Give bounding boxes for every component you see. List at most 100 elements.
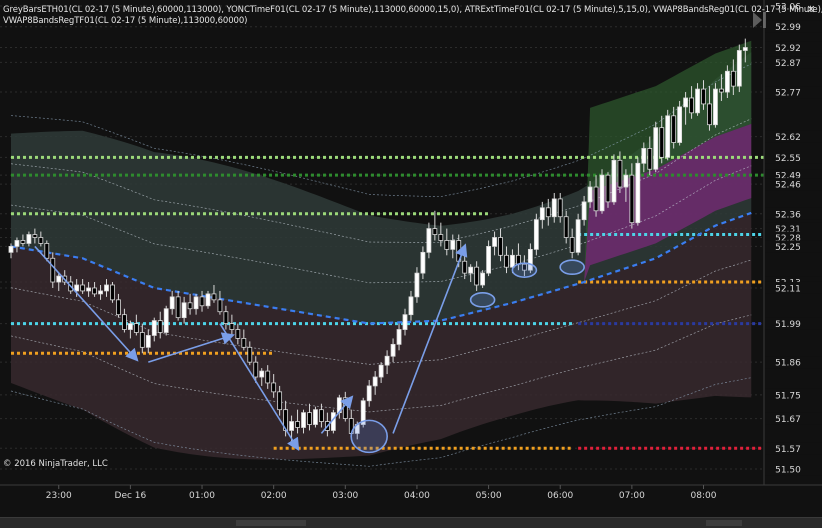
scrollbar-handle[interactable] bbox=[706, 520, 742, 526]
candle-body bbox=[295, 421, 300, 428]
candle-body bbox=[133, 323, 139, 333]
candle-body bbox=[683, 97, 688, 108]
candle-body bbox=[163, 308, 169, 333]
time-tick-label: 04:00 bbox=[404, 491, 430, 501]
time-tick-label: 02:00 bbox=[261, 491, 287, 501]
annotation-ellipse bbox=[511, 262, 538, 278]
price-tick-label: 52.11 bbox=[775, 284, 801, 294]
candle-body bbox=[181, 302, 187, 319]
candle-body bbox=[307, 412, 312, 425]
candle-body bbox=[199, 296, 205, 307]
time-tick-label: 07:00 bbox=[619, 491, 645, 501]
annotation-ellipse bbox=[350, 419, 388, 454]
price-tick-label: 51.67 bbox=[775, 415, 801, 425]
candle-body bbox=[145, 335, 151, 348]
candle-body bbox=[205, 293, 211, 307]
candle-body bbox=[450, 240, 456, 250]
scrollbar-thumb[interactable] bbox=[236, 520, 306, 526]
candle-body bbox=[611, 159, 617, 203]
candle-body bbox=[719, 88, 724, 93]
price-tick-label: 52.77 bbox=[775, 89, 801, 99]
candle-body bbox=[235, 329, 241, 339]
candle-body bbox=[396, 329, 402, 345]
candle-body bbox=[313, 409, 318, 425]
candle-body bbox=[593, 186, 599, 212]
candle-body bbox=[122, 314, 127, 330]
candle-body bbox=[533, 219, 539, 250]
candle-body bbox=[271, 382, 277, 393]
candle-body bbox=[677, 106, 683, 143]
price-chart[interactable]: 53.0652.9952.9252.8752.7752.6252.5552.49… bbox=[0, 0, 822, 527]
candle-body bbox=[241, 338, 247, 348]
candle-body bbox=[187, 302, 193, 310]
candle-body bbox=[366, 385, 372, 402]
price-tick-label: 52.92 bbox=[775, 44, 801, 54]
price-tick-label: 52.62 bbox=[775, 133, 801, 143]
candle-body bbox=[44, 243, 50, 259]
candle-body bbox=[289, 421, 294, 431]
candle-body bbox=[701, 88, 706, 105]
candle-body bbox=[14, 240, 20, 247]
candle-body bbox=[175, 296, 181, 319]
candle-body bbox=[695, 88, 700, 114]
time-tick-label: 03:00 bbox=[332, 491, 358, 501]
price-tick-label: 51.50 bbox=[775, 466, 801, 476]
candle-body bbox=[253, 361, 259, 378]
price-tick-label: 52.46 bbox=[775, 181, 801, 191]
candle-body bbox=[80, 284, 86, 292]
price-tick-label: 52.36 bbox=[775, 210, 801, 220]
candle-body bbox=[617, 159, 623, 188]
candle-body bbox=[193, 296, 199, 310]
candle-body bbox=[444, 240, 450, 250]
candle-body bbox=[98, 290, 103, 295]
candle-body bbox=[551, 198, 557, 218]
candle-body bbox=[736, 50, 742, 87]
time-tick-label: 05:00 bbox=[476, 491, 502, 501]
candle-body bbox=[545, 207, 551, 218]
annotation-ellipse bbox=[469, 292, 496, 308]
time-tick-label: Dec 16 bbox=[115, 491, 147, 501]
candle-body bbox=[157, 320, 163, 333]
candle-body bbox=[378, 364, 384, 378]
candle-body bbox=[462, 260, 468, 274]
candle-body bbox=[587, 186, 593, 203]
price-tick-label: 52.87 bbox=[775, 59, 801, 69]
candle-body bbox=[510, 254, 515, 268]
candle-body bbox=[724, 70, 730, 93]
candle-body bbox=[38, 237, 44, 244]
candle-body bbox=[420, 251, 426, 274]
candle-body bbox=[665, 115, 671, 158]
candle-body bbox=[56, 275, 62, 283]
candle-body bbox=[127, 323, 133, 330]
candle-body bbox=[116, 299, 121, 316]
candle-body bbox=[390, 343, 396, 357]
candle-body bbox=[104, 284, 109, 292]
price-tick-label: 52.25 bbox=[775, 243, 801, 253]
candle-body bbox=[569, 237, 575, 253]
candle-body bbox=[623, 174, 629, 188]
candle-body bbox=[50, 257, 56, 283]
candle-body bbox=[229, 323, 235, 330]
candle-body bbox=[342, 397, 348, 419]
candle-body bbox=[151, 320, 157, 336]
candle-body bbox=[402, 314, 408, 330]
price-tick-label: 52.55 bbox=[775, 154, 801, 164]
scrollbar[interactable] bbox=[0, 517, 822, 528]
time-tick-label: 06:00 bbox=[547, 491, 573, 501]
candle-body bbox=[557, 198, 563, 218]
candle-body bbox=[265, 370, 271, 384]
candle-body bbox=[575, 219, 581, 253]
candle-body bbox=[659, 127, 665, 158]
candle-body bbox=[277, 391, 283, 411]
candle-body bbox=[32, 234, 38, 238]
candle-body bbox=[653, 127, 659, 170]
indicator-label-2: VWAP8BandsRegTF01(CL 02-17 (5 Minute),11… bbox=[3, 16, 248, 26]
candle-body bbox=[110, 284, 115, 301]
close-icon[interactable]: ✕ bbox=[805, 4, 817, 16]
candle-body bbox=[468, 266, 474, 274]
annotation-ellipse bbox=[559, 259, 585, 275]
candle-body bbox=[372, 376, 378, 387]
candle-body bbox=[438, 234, 444, 241]
candle-body bbox=[211, 293, 217, 301]
candle-body bbox=[492, 237, 497, 247]
